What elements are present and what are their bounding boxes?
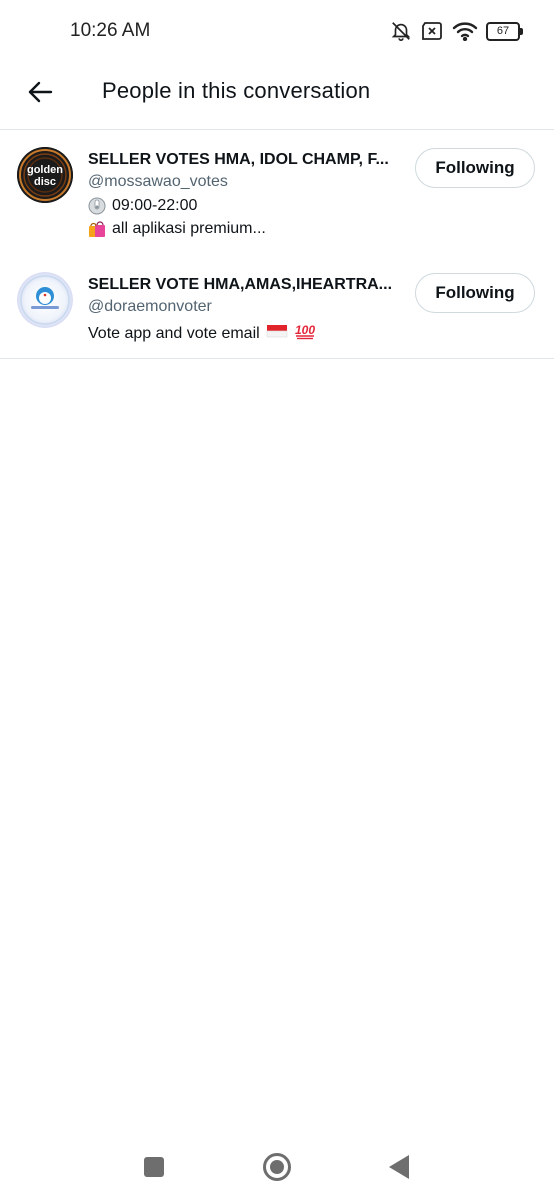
avatar-text-2: disc [34,176,56,188]
bio-text: all aplikasi premium... [112,220,266,238]
status-time: 10:26 AM [70,20,151,41]
bio-line: 09:00-22:00 [88,197,197,215]
list-divider [0,358,554,359]
clock-emoji [88,197,106,215]
battery-icon: 67 [486,21,523,41]
user-row[interactable]: SELLER VOTE HMA,AMAS,IHEARTRA... @doraem… [0,255,554,359]
avatar[interactable]: golden disc [17,147,73,203]
hundred-emoji: 100 [294,322,316,345]
wifi-icon [452,21,478,41]
avatar[interactable] [17,272,73,328]
bell-muted-icon [390,20,412,42]
page-title: People in this conversation [102,78,371,103]
svg-text:100: 100 [295,323,315,337]
user-row[interactable]: golden disc SELLER VOTES HMA, IDOL CHAMP… [0,130,554,240]
header: People in this conversation [0,62,554,130]
bio-line: Vote app and vote email 100 [88,322,316,345]
user-handle[interactable]: @mossawao_votes [88,173,228,191]
following-button[interactable]: Following [415,148,535,188]
shopping-bags-emoji [88,220,106,238]
status-bar: 10:26 AM 67 [0,0,554,62]
avatar-text-1: golden [27,164,63,176]
home-circle-icon[interactable] [262,1152,292,1187]
status-icons: 67 [390,20,523,42]
user-name[interactable]: SELLER VOTE HMA,AMAS,IHEARTRA... [88,276,406,294]
flag-indonesia-emoji [266,323,288,344]
bio-line: all aplikasi premium... [88,220,266,238]
recents-square-icon[interactable] [143,1156,165,1183]
nav-bar [0,1140,554,1200]
bio-text: 09:00-22:00 [112,197,198,215]
sim-x-icon [420,21,444,41]
back-triangle-icon[interactable] [388,1154,410,1185]
following-button[interactable]: Following [415,273,535,313]
back-button[interactable] [22,76,58,112]
arrow-left-icon [27,80,53,109]
user-name[interactable]: SELLER VOTES HMA, IDOL CHAMP, F... [88,151,406,169]
user-handle[interactable]: @doraemonvoter [88,298,212,316]
bio-text: Vote app and vote email [88,324,260,342]
